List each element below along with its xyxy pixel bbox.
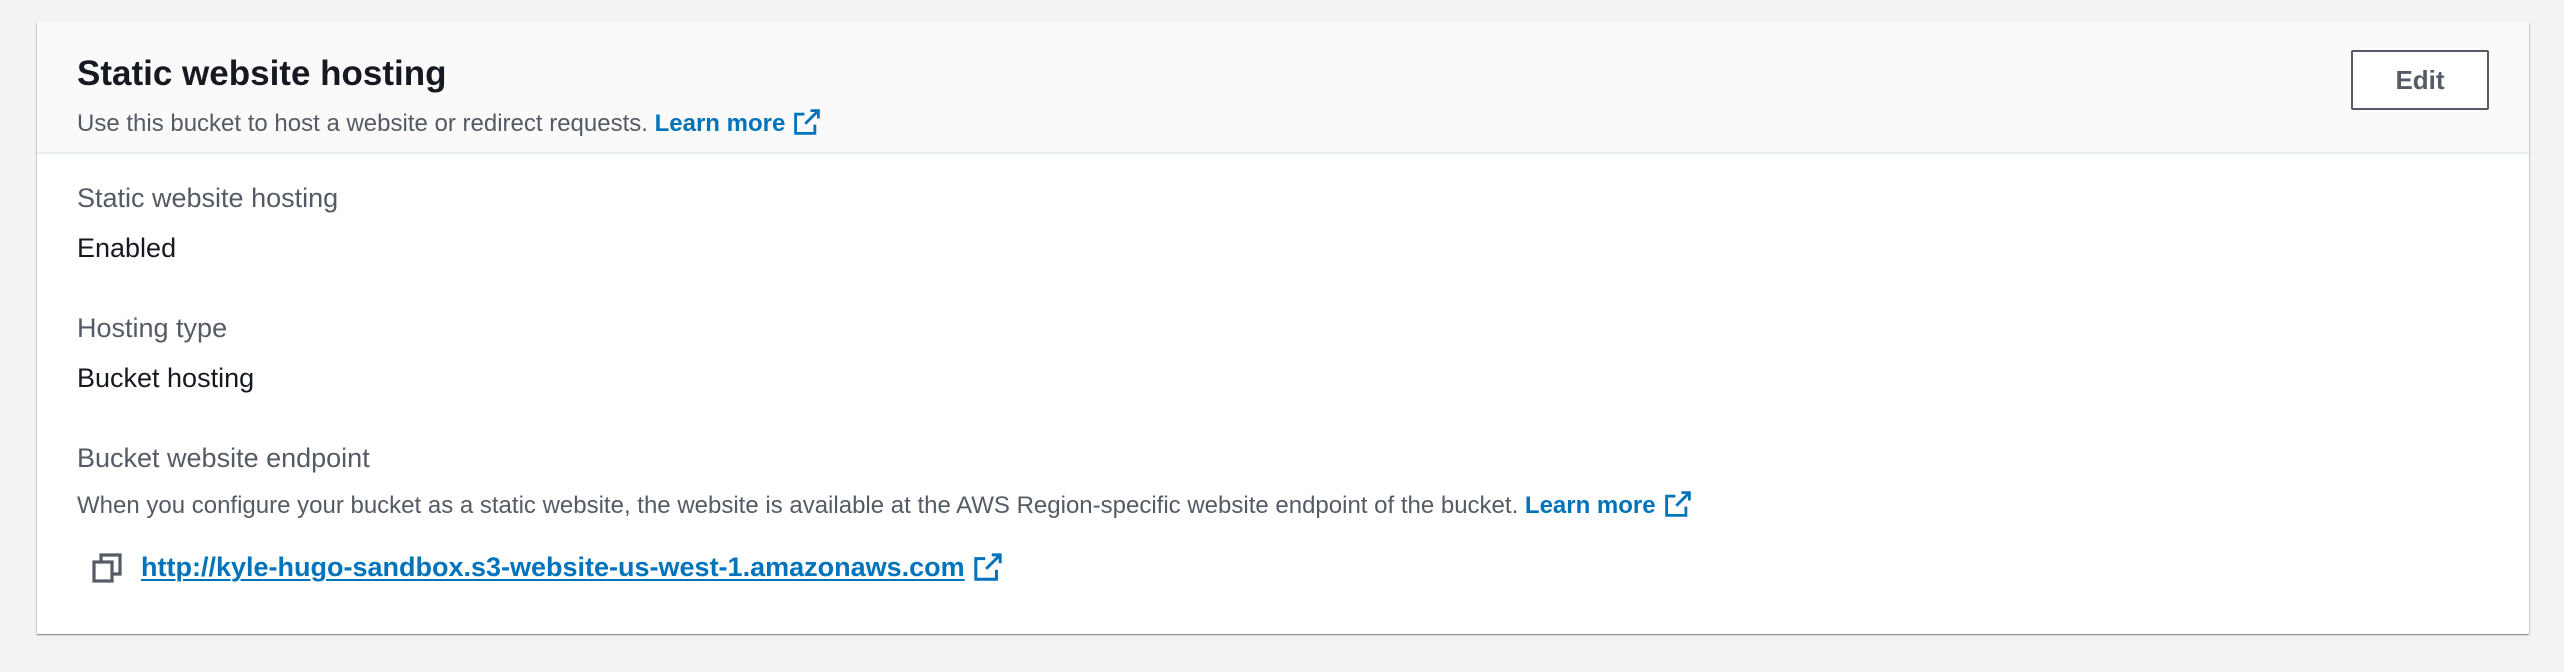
panel-description-text: Use this bucket to host a website or red… xyxy=(77,110,648,137)
copy-icon[interactable] xyxy=(91,552,123,584)
endpoint-url: http://kyle-hugo-sandbox.s3-website-us-w… xyxy=(141,552,965,583)
learn-more-label: Learn more xyxy=(654,110,786,137)
edit-button[interactable]: Edit xyxy=(2351,50,2489,110)
hosting-type-label: Hosting type xyxy=(77,313,228,343)
static-hosting-value: Enabled xyxy=(77,233,177,263)
external-link-icon xyxy=(973,553,1002,581)
external-link-icon xyxy=(1664,490,1691,517)
panel-title: Static website hosting xyxy=(77,54,447,93)
endpoint-description: When you configure your bucket as a stat… xyxy=(77,488,1692,524)
hosting-type-value: Bucket hosting xyxy=(77,363,255,393)
endpoint-label: Bucket website endpoint xyxy=(77,443,370,473)
static-hosting-label: Static website hosting xyxy=(77,183,339,213)
panel-description: Use this bucket to host a website or red… xyxy=(77,106,821,142)
endpoint-learn-more-label: Learn more xyxy=(1524,492,1656,519)
endpoint-learn-more-link[interactable]: Learn more xyxy=(1524,490,1692,519)
external-link-icon xyxy=(794,108,821,135)
endpoint-description-text: When you configure your bucket as a stat… xyxy=(77,492,1519,519)
panel-header: Static website hosting Use this bucket t… xyxy=(37,22,2529,154)
static-website-hosting-panel: Static website hosting Use this bucket t… xyxy=(37,22,2529,634)
endpoint-row: http://kyle-hugo-sandbox.s3-website-us-w… xyxy=(91,548,1003,588)
learn-more-link[interactable]: Learn more xyxy=(654,108,822,137)
endpoint-url-link[interactable]: http://kyle-hugo-sandbox.s3-website-us-w… xyxy=(141,552,1003,584)
